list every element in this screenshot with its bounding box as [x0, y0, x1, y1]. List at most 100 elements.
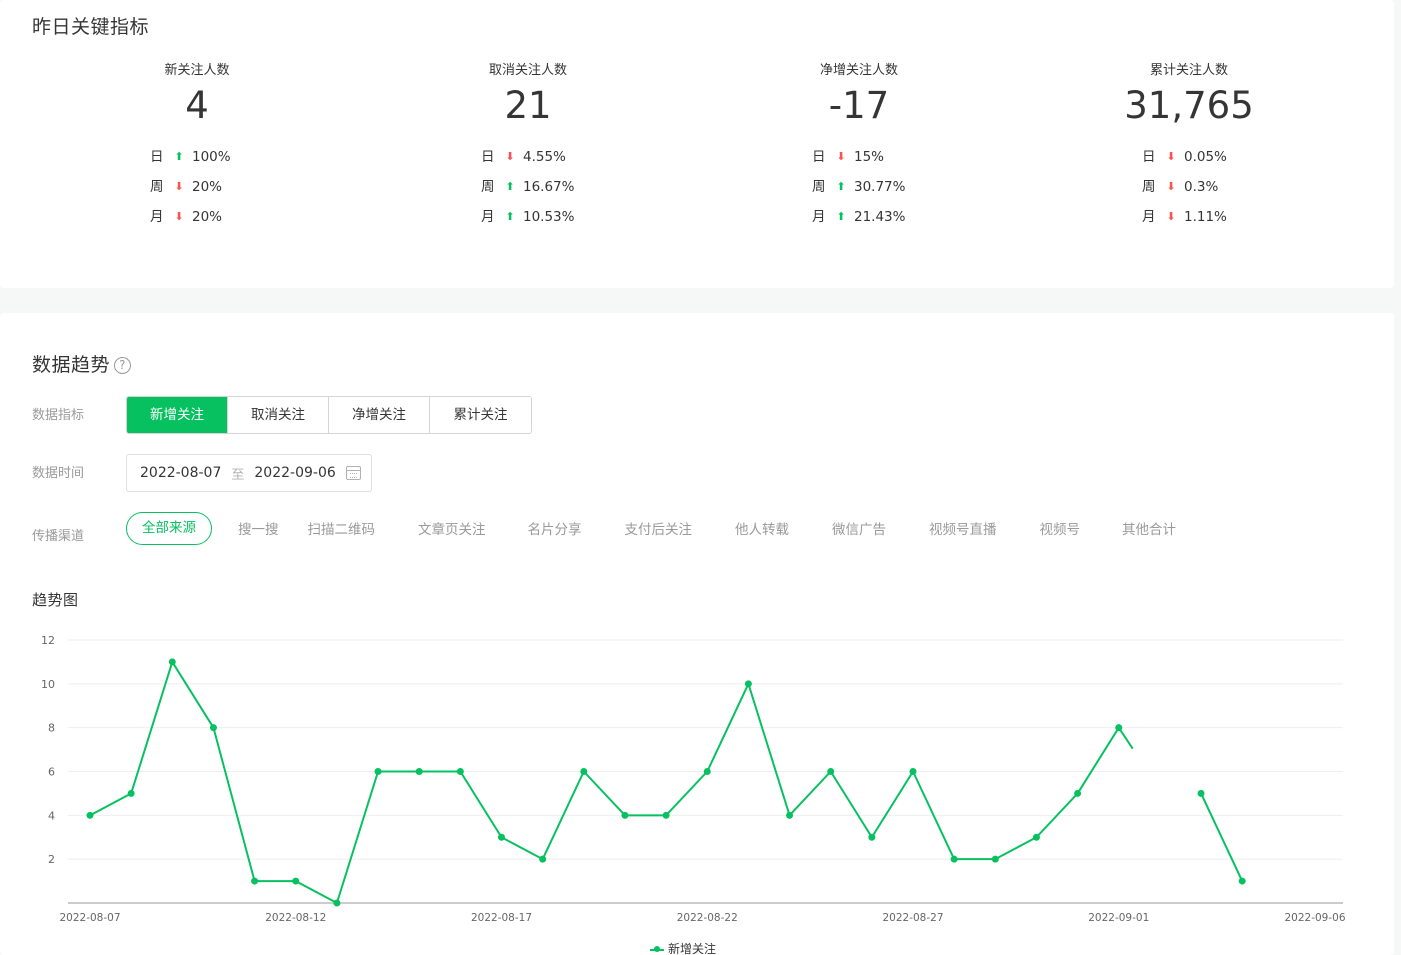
data-point [292, 877, 300, 885]
y-tick-label: 2 [48, 853, 55, 866]
data-point [827, 768, 835, 775]
metric-tab[interactable]: 累计关注 [430, 397, 531, 433]
kpi-change-list: 日 ⬇ 0.05% 周 ⬇ 0.3% 月 ⬇ 1.11% [1089, 142, 1289, 232]
metric-label: 数据指标 [32, 408, 85, 423]
series-line-tail [1117, 727, 1134, 750]
channel-option[interactable]: 其他合计 [1122, 518, 1176, 538]
kpi-change-row: 周 ⬆ 30.77% [759, 172, 959, 202]
y-tick-label: 4 [48, 809, 55, 822]
metric-tab[interactable]: 新增关注 [127, 397, 228, 433]
x-tick-label: 2022-08-27 [882, 912, 943, 924]
arrow-down-icon: ⬇ [1166, 210, 1176, 223]
calendar-icon[interactable] [346, 466, 361, 480]
kpi-change-list: 日 ⬇ 4.55% 周 ⬆ 16.67% 月 ⬆ 10.53% [428, 142, 628, 232]
data-point [1032, 833, 1040, 841]
kpi-block: 新关注人数 4 日 ⬆ 100% 周 ⬇ 20% 月 ⬇ 20% [97, 60, 297, 232]
arrow-up-icon: ⬆ [505, 180, 515, 193]
metric-tab[interactable]: 净增关注 [329, 397, 430, 433]
channel-label: 传播渠道 [32, 529, 85, 544]
help-circle-icon[interactable]: ? [114, 357, 132, 374]
channel-option[interactable]: 支付后关注 [625, 518, 693, 538]
arrow-down-icon: ⬇ [174, 180, 184, 193]
change-percent: 4.55% [523, 149, 566, 165]
data-point [415, 768, 423, 775]
data-point [703, 768, 711, 775]
channel-option[interactable]: 全部来源 [126, 511, 212, 545]
key-metrics-card: 昨日关键指标 新关注人数 4 日 ⬆ 100% 周 ⬇ 20% 月 ⬇ 20% 取消关注人数 21 日 ⬇ 4… [0, 0, 1394, 288]
kpi-change-row: 月 ⬇ 1.11% [1089, 202, 1289, 232]
arrow-up-icon: ⬆ [836, 210, 846, 223]
x-tick-label: 2022-08-12 [265, 912, 326, 924]
channel-option[interactable]: 搜一搜 [238, 518, 279, 538]
data-point [168, 658, 176, 666]
series-line [89, 660, 1120, 904]
y-tick-label: 6 [48, 766, 55, 779]
kpi-value: -17 [828, 84, 890, 127]
period-label: 周 [481, 179, 495, 195]
data-point [662, 811, 670, 819]
period-label: 周 [812, 179, 826, 195]
x-tick-label: 2022-09-06 [1284, 912, 1345, 924]
data-point [786, 811, 794, 819]
channel-option[interactable]: 文章页关注 [418, 518, 486, 538]
kpi-change-row: 周 ⬇ 20% [97, 172, 297, 202]
kpi-label: 新关注人数 [164, 63, 230, 78]
kpi-value: 31,765 [1124, 84, 1254, 127]
date-range-picker[interactable]: 2022-08-07 至 2022-09-06 [126, 454, 372, 492]
kpi-change-row: 周 ⬇ 0.3% [1089, 172, 1289, 202]
chart-legend[interactable]: 新增关注 [650, 940, 716, 955]
data-point [333, 899, 341, 907]
kpi-change-row: 日 ⬇ 15% [759, 142, 959, 172]
channel-option[interactable]: 他人转载 [735, 518, 789, 538]
date-separator: 至 [231, 467, 245, 483]
date-end[interactable]: 2022-09-06 [254, 465, 335, 481]
kpi-change-list: 日 ⬇ 15% 周 ⬆ 30.77% 月 ⬆ 21.43% [759, 142, 959, 232]
channel-option[interactable]: 微信广告 [832, 518, 886, 538]
series-line [1200, 792, 1244, 882]
period-label: 日 [1142, 149, 1156, 165]
kpi-label: 净增关注人数 [819, 63, 898, 78]
y-tick-label: 10 [41, 678, 55, 691]
metric-tab[interactable]: 取消关注 [228, 397, 329, 433]
data-point [251, 877, 259, 885]
period-label: 日 [812, 149, 826, 165]
channel-option[interactable]: 视频号直播 [929, 518, 997, 538]
period-label: 月 [481, 209, 495, 225]
data-point [621, 811, 629, 819]
data-point [950, 855, 958, 863]
period-label: 月 [812, 209, 826, 225]
period-label: 日 [150, 149, 164, 165]
data-point [498, 833, 505, 841]
kpi-change-list: 日 ⬆ 100% 周 ⬇ 20% 月 ⬇ 20% [97, 142, 297, 232]
period-label: 周 [150, 179, 164, 195]
data-point [909, 768, 917, 775]
change-percent: 20% [192, 209, 223, 225]
kpi-label: 累计关注人数 [1149, 63, 1228, 78]
data-point [744, 680, 752, 688]
channel-option[interactable]: 视频号 [1040, 518, 1081, 538]
data-point [868, 833, 876, 841]
change-percent: 20% [192, 179, 223, 195]
channel-option[interactable]: 名片分享 [528, 518, 582, 538]
data-point [991, 855, 999, 863]
kpi-change-row: 日 ⬇ 0.05% [1089, 142, 1289, 172]
arrow-down-icon: ⬇ [1166, 180, 1176, 193]
change-percent: 30.77% [854, 179, 906, 195]
y-tick-label: 8 [48, 722, 55, 735]
arrow-down-icon: ⬇ [505, 150, 515, 163]
kpi-block: 取消关注人数 21 日 ⬇ 4.55% 周 ⬆ 16.67% 月 ⬆ 10.53% [428, 60, 628, 232]
period-label: 周 [1142, 179, 1156, 195]
kpi-block: 累计关注人数 31,765 日 ⬇ 0.05% 周 ⬇ 0.3% 月 ⬇ 1.11% [1089, 60, 1289, 232]
date-start[interactable]: 2022-08-07 [140, 465, 221, 481]
kpi-change-row: 月 ⬇ 20% [97, 202, 297, 232]
key-metrics-title: 昨日关键指标 [32, 16, 150, 38]
x-tick-label: 2022-08-17 [471, 912, 532, 924]
legend-label: 新增关注 [668, 942, 717, 955]
channel-option[interactable]: 扫描二维码 [308, 518, 376, 538]
data-trend-title-text: 数据趋势 [32, 354, 111, 376]
change-percent: 16.67% [523, 179, 575, 195]
x-tick-label: 2022-09-01 [1088, 912, 1149, 924]
channel-filter: 全部来源 搜一搜 扫描二维码 文章页关注 名片分享 支付后关注 他人转载 微信广告 视频号直播 视… [126, 511, 1176, 545]
arrow-up-icon: ⬆ [505, 210, 515, 223]
arrow-up-icon: ⬆ [836, 180, 846, 193]
